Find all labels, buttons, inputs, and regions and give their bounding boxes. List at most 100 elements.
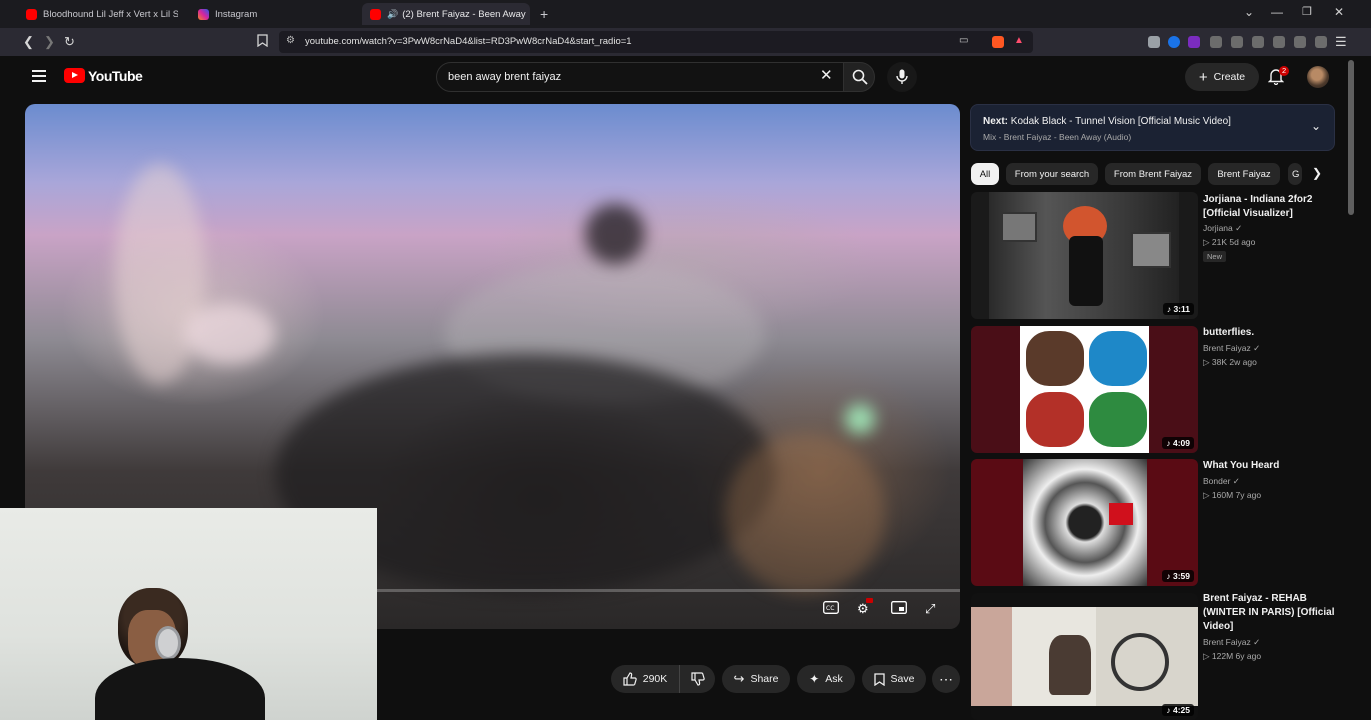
extensions-puzzle-icon[interactable] [1210,36,1222,48]
chips-next-icon[interactable]: ❯ [1312,166,1322,180]
video-stats: ▷ 122M 6y ago [1203,651,1262,661]
chip-all[interactable]: All [971,163,999,185]
verified-icon: ✓ [1232,476,1240,486]
stats-text: 21K 5d ago [1211,237,1256,247]
video-thumbnail[interactable]: ♪ 3:11 [971,192,1198,319]
like-button[interactable]: 290K [611,665,679,693]
address-bar[interactable]: ⚙ youtube.com/watch?v=3PwW8crNaD4&list=R… [279,31,1033,53]
browser-tab-bloodhound[interactable]: Bloodhound Lil Jeff x Vert x Lil Scoom [18,3,178,25]
tab-list-chevron-icon[interactable]: ⌄ [1244,5,1254,19]
vpn-icon[interactable] [1315,36,1327,48]
video-thumbnail[interactable]: ♪ 4:25 [971,593,1198,720]
site-info-icon[interactable]: ⚙ [286,35,295,46]
cast-icon[interactable]: ▭ [959,35,968,46]
extension-purple-icon[interactable] [1188,36,1200,48]
minimize-icon[interactable]: — [1271,5,1283,19]
more-actions-button[interactable]: ⋯ [932,665,960,693]
sparkle-icon: ✦ [809,672,820,686]
settings-gear-icon[interactable]: ⚙ [857,598,873,617]
speaker-icon: 🔊 [387,8,399,19]
video-duration: ♪ 4:09 [1162,437,1194,449]
channel-name: Jorjiana [1203,223,1233,233]
account-avatar[interactable] [1307,66,1329,88]
youtube-logo-text[interactable]: YouTube [88,68,143,84]
svg-text:CC: CC [826,605,834,612]
media-icon[interactable] [1231,36,1243,48]
more-horizontal-icon: ⋯ [939,670,953,687]
back-icon[interactable]: ❮ [23,34,34,50]
page-scrollbar[interactable] [1348,60,1354,215]
rewards-icon[interactable]: ▲ [1014,35,1024,46]
browser-tab-instagram[interactable]: Instagram [190,3,340,25]
tab-label: Bloodhound Lil Jeff x Vert x Lil Scoom [43,8,178,20]
sidebar-icon[interactable] [1252,36,1264,48]
video-stats: ▷ 38K 2w ago [1203,357,1257,367]
search-input[interactable]: been away brent faiyaz [436,62,844,92]
miniplayer-icon[interactable] [891,601,907,617]
leo-icon[interactable] [1294,36,1306,48]
search-button[interactable] [843,62,875,92]
voice-search-button[interactable] [887,62,917,92]
search-query: been away brent faiyaz [448,71,562,83]
fullscreen-icon[interactable]: ⤢ [925,601,935,617]
new-tab-button[interactable]: + [532,3,556,25]
duration-text: 4:25 [1172,705,1190,715]
close-window-icon[interactable]: ✕ [1334,5,1344,19]
browser-nav-bar: ❮ ❯ ↻ ⚙ youtube.com/watch?v=3PwW8crNaD4&… [0,28,1371,56]
video-title[interactable]: Jorjiana - Indiana 2for2 [Official Visua… [1203,193,1343,221]
chip-from-your-search[interactable]: From your search [1006,163,1098,185]
create-label: Create [1213,71,1246,83]
chevron-down-icon[interactable]: ⌄ [1311,119,1321,133]
extension-blue-icon[interactable] [1168,36,1180,48]
share-button[interactable]: ↪ Share [722,665,790,693]
chip-partial[interactable]: G [1288,163,1302,185]
chip-from-brent-faiyaz[interactable]: From Brent Faiyaz [1105,163,1201,185]
reload-icon[interactable]: ↻ [64,34,75,50]
ask-button[interactable]: ✦ Ask [797,665,855,693]
video-thumbnail[interactable]: ♪ 4:09 [971,326,1198,453]
video-channel[interactable]: Bonder ✓ [1203,476,1240,487]
duration-text: 3:11 [1173,304,1190,314]
subtitles-icon[interactable]: CC [823,601,839,617]
person-body [95,658,265,720]
video-stats: ▷ 160M 7y ago [1203,490,1262,500]
save-bookmark-icon [873,672,885,686]
brave-shield-icon[interactable] [992,36,1004,48]
video-title[interactable]: butterflies. [1203,326,1343,340]
video-title[interactable]: What You Heard [1203,459,1343,473]
guide-menu-icon[interactable] [32,70,46,82]
share-label: Share [750,673,779,685]
webcam-overlay [0,508,377,720]
tab-label: (2) Brent Faiyaz - Been Away [402,8,526,20]
forward-icon[interactable]: ❯ [44,34,55,50]
video-title[interactable]: Brent Faiyaz - REHAB (WINTER IN PARIS) [… [1203,592,1343,634]
like-count: 290K [642,673,668,685]
extension-shield-icon[interactable] [1148,36,1160,48]
dislike-button[interactable] [679,665,715,693]
ask-label: Ask [825,673,843,685]
save-label: Save [890,673,915,685]
new-badge: New [1203,251,1227,262]
channel-name: Bonder [1203,476,1231,486]
browser-tab-brent-faiyaz[interactable]: 🔊 (2) Brent Faiyaz - Been Away ✕ [362,3,530,25]
clear-search-icon[interactable]: ✕ [820,66,833,84]
menu-icon[interactable]: ☰ [1335,34,1347,50]
up-next-panel[interactable]: Next: Kodak Black - Tunnel Vision [Offic… [970,104,1335,151]
maximize-icon[interactable]: ❐ [1302,5,1312,18]
bookmark-icon[interactable] [257,34,268,50]
video-duration: ♪ 3:11 [1162,303,1194,315]
youtube-logo-icon[interactable] [64,68,85,83]
video-thumbnail[interactable]: ♪ 3:59 [971,459,1198,586]
up-next-subtitle: Mix - Brent Faiyaz - Been Away (Audio) [983,132,1132,142]
create-button[interactable]: + Create [1185,63,1259,91]
headphones-icon [155,626,181,660]
youtube-header: YouTube been away brent faiyaz ✕ + Creat… [0,56,1350,98]
chip-brent-faiyaz[interactable]: Brent Faiyaz [1208,163,1280,185]
wallet-icon[interactable] [1273,36,1285,48]
thumbs-up-icon [623,672,637,686]
video-channel[interactable]: Brent Faiyaz ✓ [1203,343,1260,354]
save-button[interactable]: Save [862,665,926,693]
video-duration: ♪ 4:25 [1162,704,1194,716]
video-channel[interactable]: Brent Faiyaz ✓ [1203,637,1260,648]
video-channel[interactable]: Jorjiana ✓ [1203,223,1242,234]
